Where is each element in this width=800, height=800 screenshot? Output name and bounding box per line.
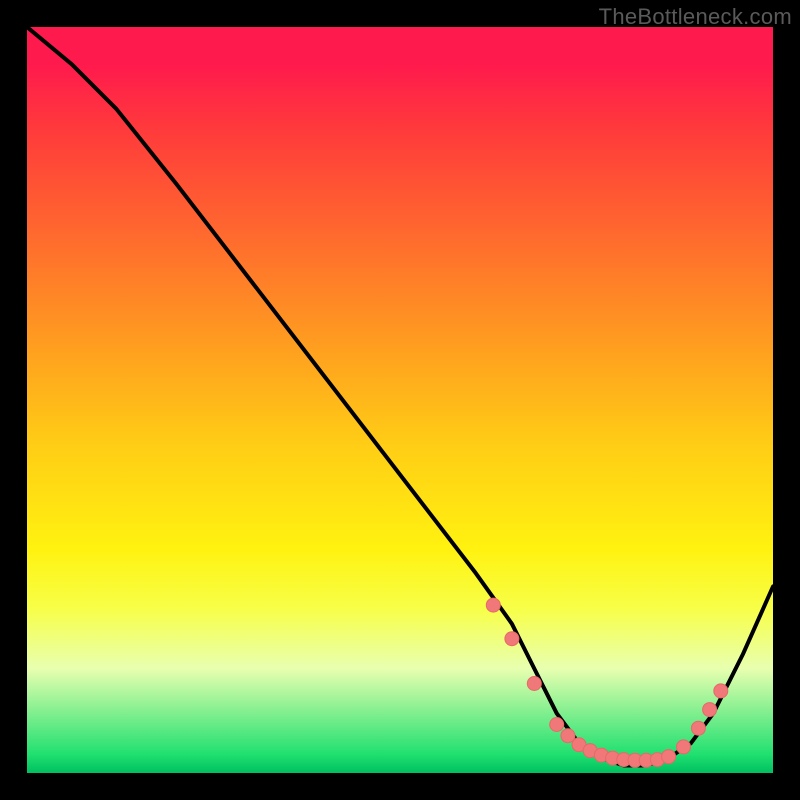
marker-dot — [714, 684, 728, 698]
marker-dot — [691, 721, 705, 735]
marker-dot — [505, 632, 519, 646]
bottleneck-curve-path — [27, 27, 773, 766]
marker-dot — [486, 598, 500, 612]
marker-dot — [550, 718, 564, 732]
marker-dot — [662, 750, 676, 764]
marker-dot — [527, 677, 541, 691]
watermark-text: TheBottleneck.com — [599, 4, 792, 30]
marker-dot — [677, 740, 691, 754]
curve-svg-layer — [27, 27, 773, 773]
chart-plot-area — [27, 27, 773, 773]
marker-dot — [703, 703, 717, 717]
